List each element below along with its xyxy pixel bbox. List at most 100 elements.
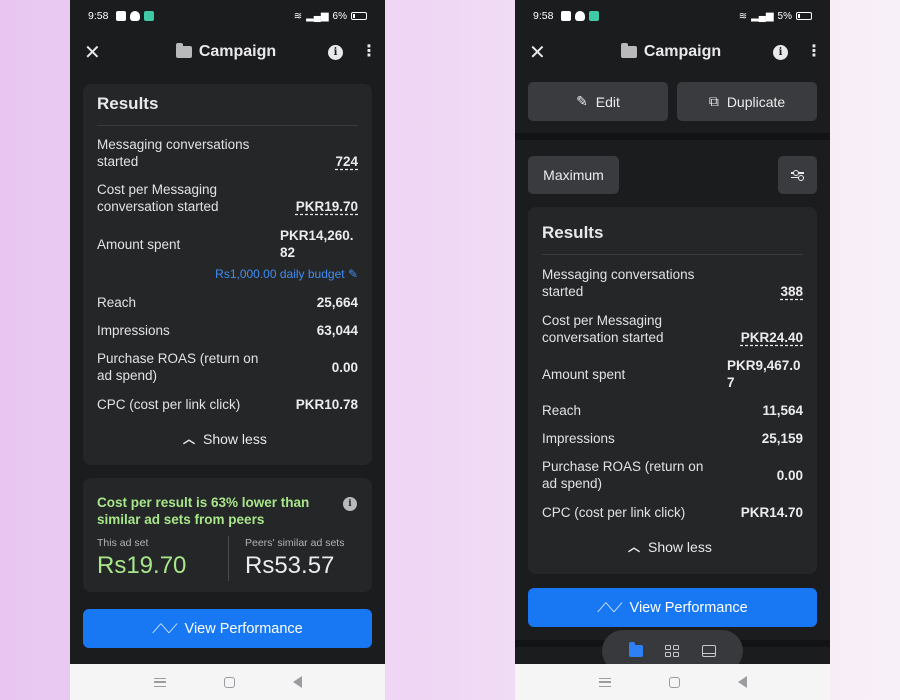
page-title: Campaign bbox=[198, 43, 277, 60]
duplicate-label: Duplicate bbox=[726, 93, 786, 110]
folder-icon[interactable] bbox=[629, 642, 644, 657]
metric-label-amount-spent: Amount spent bbox=[542, 367, 626, 382]
battery-icon bbox=[351, 12, 367, 20]
chevron-up-icon: ︿ bbox=[183, 432, 196, 446]
signal-icon: ▂▄▆ bbox=[306, 10, 329, 22]
metric-value-reach: 11,564 bbox=[762, 403, 803, 418]
pencil-icon: ✎ bbox=[576, 93, 588, 109]
home-icon[interactable] bbox=[668, 676, 680, 688]
status-time: 9:58 bbox=[533, 10, 554, 22]
grid-icon[interactable] bbox=[665, 645, 680, 657]
more-vertical-icon[interactable]: ⋮ bbox=[361, 44, 377, 60]
metric-value-cpc: PKR10.78 bbox=[295, 397, 358, 412]
system-nav-bar bbox=[515, 664, 830, 700]
metric-value-messaging-conversations[interactable]: 388 bbox=[780, 283, 803, 300]
metric-label-messaging-conversations: Messaging conversations started bbox=[97, 137, 250, 169]
this-ad-set-label: This ad set bbox=[97, 537, 149, 549]
home-icon[interactable] bbox=[223, 676, 235, 688]
info-icon[interactable]: i bbox=[328, 44, 343, 60]
app-header: ✕ Campaign i ⋮ bbox=[70, 32, 385, 72]
signal-icon: ▂▄▆ bbox=[751, 10, 774, 22]
header-title: Campaign bbox=[551, 43, 773, 61]
recent-apps-icon[interactable] bbox=[153, 677, 166, 687]
show-less-button[interactable]: ︿ Show less bbox=[183, 430, 267, 447]
wifi-icon: ≋ bbox=[738, 10, 748, 22]
divider bbox=[97, 125, 358, 126]
phone-screen-left: 9:58 ≋ ▂▄▆ 6% ✕ Campaign i ⋮ Results Mes… bbox=[70, 0, 385, 700]
app-notification-icon bbox=[144, 11, 155, 21]
metric-value-cost-per-conversation[interactable]: PKR19.70 bbox=[296, 198, 358, 215]
results-title: Results bbox=[97, 94, 159, 113]
results-title: Results bbox=[542, 223, 604, 242]
snapchat-notification-icon bbox=[130, 11, 141, 21]
info-icon[interactable]: i bbox=[343, 497, 357, 511]
back-icon[interactable] bbox=[292, 676, 302, 688]
app-header: ✕ Campaign i ⋮ bbox=[515, 32, 830, 72]
system-nav-bar bbox=[70, 664, 385, 700]
facebook-notification-icon bbox=[561, 11, 572, 21]
back-icon[interactable] bbox=[737, 676, 747, 688]
metric-value-impressions: 63,044 bbox=[316, 323, 358, 338]
daily-budget-link[interactable]: Rs1,000.00 daily budget ✎ bbox=[215, 267, 358, 281]
metric-value-purchase-roas: 0.00 bbox=[776, 468, 803, 483]
peers-value: Rs53.57 bbox=[245, 552, 335, 579]
section-divider bbox=[515, 133, 830, 140]
metric-value-reach: 25,664 bbox=[316, 295, 358, 310]
tablet-icon[interactable] bbox=[701, 645, 716, 657]
show-less-label: Show less bbox=[648, 538, 712, 555]
close-icon[interactable]: ✕ bbox=[84, 40, 106, 65]
metric-label-cpc: CPC (cost per link click) bbox=[542, 505, 686, 520]
divider bbox=[228, 536, 229, 581]
trend-line-icon: ⟋⟍⟋ bbox=[597, 599, 622, 615]
status-time: 9:58 bbox=[88, 10, 109, 22]
metric-value-cpc: PKR14.70 bbox=[740, 505, 803, 520]
battery-percent: 6% bbox=[332, 10, 347, 22]
folder-icon bbox=[175, 43, 192, 58]
metric-label-purchase-roas: Purchase ROAS (return on ad spend) bbox=[97, 351, 259, 383]
info-icon[interactable]: i bbox=[773, 44, 788, 60]
view-performance-button[interactable]: ⟋⟍⟋ View Performance bbox=[83, 609, 372, 648]
facebook-notification-icon bbox=[116, 11, 127, 21]
results-card: Results Messaging conversations started … bbox=[528, 207, 817, 574]
more-vertical-icon[interactable]: ⋮ bbox=[806, 44, 822, 60]
metric-value-messaging-conversations[interactable]: 724 bbox=[335, 153, 358, 170]
header-title: Campaign bbox=[106, 43, 328, 61]
chevron-up-icon: ︿ bbox=[628, 540, 641, 554]
peer-comparison-card: Cost per result is 63% lower than simila… bbox=[83, 478, 372, 592]
show-less-button[interactable]: ︿ Show less bbox=[628, 538, 712, 555]
duplicate-button[interactable]: ⧉ Duplicate bbox=[677, 82, 817, 121]
metric-label-messaging-conversations: Messaging conversations started bbox=[542, 267, 695, 299]
metric-value-cost-per-conversation[interactable]: PKR24.40 bbox=[741, 329, 803, 346]
metric-label-cost-per-conversation: Cost per Messaging conversation started bbox=[542, 313, 664, 345]
duplicate-icon: ⧉ bbox=[708, 93, 719, 109]
page-title: Campaign bbox=[643, 43, 722, 60]
status-bar: 9:58 ≋ ▂▄▆ 6% bbox=[70, 0, 385, 32]
metric-label-amount-spent: Amount spent bbox=[97, 237, 181, 252]
maximum-filter-label: Maximum bbox=[543, 167, 604, 183]
metric-label-cost-per-conversation: Cost per Messaging conversation started bbox=[97, 182, 219, 214]
view-performance-label: View Performance bbox=[184, 620, 303, 637]
phone-screen-right: 9:58 ≋ ▂▄▆ 5% ✕ Campaign i ⋮ ✎ Edit ⧉ Du… bbox=[515, 0, 830, 700]
metric-label-reach: Reach bbox=[97, 295, 137, 310]
edit-button[interactable]: ✎ Edit bbox=[528, 82, 668, 121]
show-less-label: Show less bbox=[203, 430, 267, 447]
metric-label-impressions: Impressions bbox=[97, 323, 170, 338]
maximum-filter-button[interactable]: Maximum bbox=[528, 156, 619, 194]
edit-label: Edit bbox=[595, 93, 620, 110]
wifi-icon: ≋ bbox=[293, 10, 303, 22]
close-icon[interactable]: ✕ bbox=[529, 40, 551, 65]
this-ad-set-value: Rs19.70 bbox=[97, 552, 187, 579]
metric-label-purchase-roas: Purchase ROAS (return on ad spend) bbox=[542, 459, 704, 491]
peer-comparison-headline: Cost per result is 63% lower than simila… bbox=[97, 495, 310, 527]
pencil-icon: ✎ bbox=[347, 267, 358, 281]
view-performance-button[interactable]: ⟋⟍⟋ View Performance bbox=[528, 588, 817, 627]
trend-line-icon: ⟋⟍⟋ bbox=[152, 620, 177, 636]
results-card: Results Messaging conversations started … bbox=[83, 84, 372, 465]
metric-value-amount-spent: PKR14,260.82 bbox=[280, 228, 354, 260]
metric-value-purchase-roas: 0.00 bbox=[331, 360, 358, 375]
sliders-icon bbox=[791, 170, 804, 180]
peers-label: Peers' similar ad sets bbox=[245, 537, 345, 549]
recent-apps-icon[interactable] bbox=[598, 677, 611, 687]
daily-budget-text: Rs1,000.00 daily budget bbox=[215, 267, 345, 281]
filter-settings-button[interactable] bbox=[778, 156, 817, 194]
